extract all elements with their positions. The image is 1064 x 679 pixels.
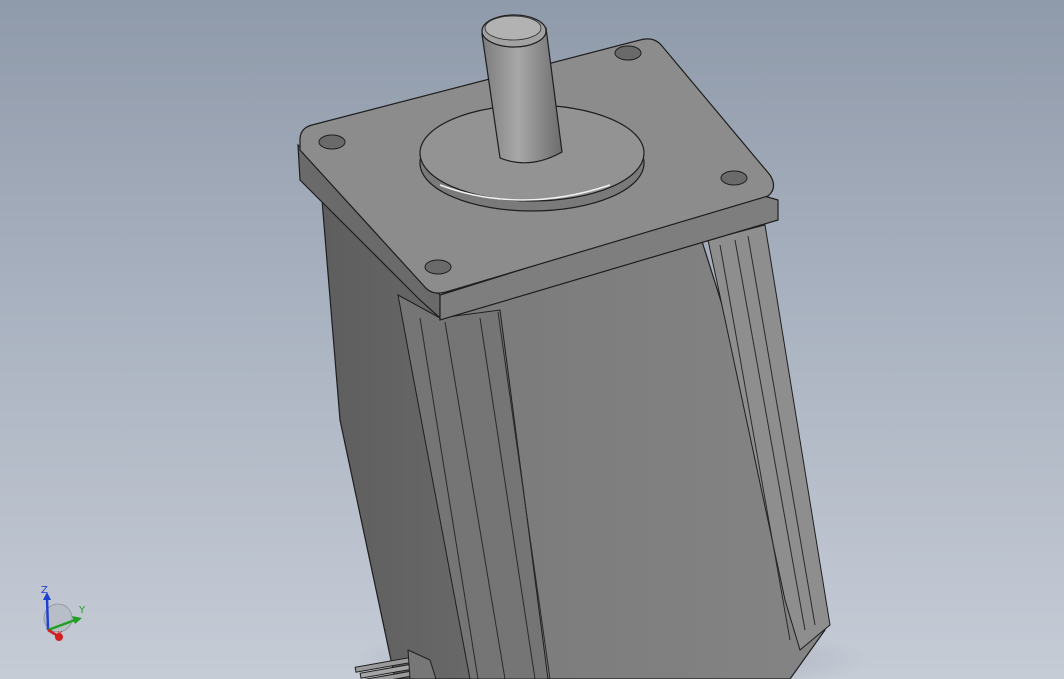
mount-hole-top-left — [318, 134, 346, 150]
shaft-end-chamfer — [484, 15, 542, 41]
z-axis-label: Z — [41, 585, 48, 596]
mount-hole-bottom-left — [424, 259, 452, 275]
triad-graphic — [43, 592, 82, 641]
orientation-triad[interactable]: Z Y X — [28, 582, 98, 652]
z-axis-line — [45, 597, 50, 631]
graphics-viewport[interactable]: Z Y X — [0, 0, 1064, 679]
y-axis-arrow — [72, 616, 82, 624]
x-axis-label: X — [57, 630, 63, 639]
mount-hole-top-right — [614, 45, 642, 61]
stepper-motor-model[interactable] — [0, 0, 1064, 679]
y-axis-label: Y — [79, 605, 86, 616]
mount-hole-bottom-right — [720, 170, 748, 186]
